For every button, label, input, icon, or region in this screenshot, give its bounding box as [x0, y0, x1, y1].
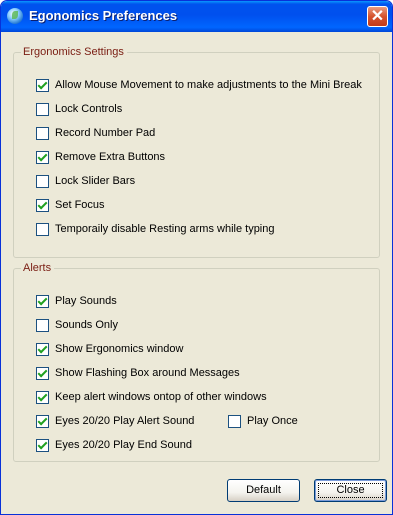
checkbox-label: Lock Slider Bars	[55, 175, 136, 187]
preferences-window: Egonomics Preferences ✕ Ergonomics Setti…	[0, 0, 393, 515]
checkbox-lock-controls[interactable]: Lock Controls	[36, 101, 122, 117]
checkbox-box[interactable]	[36, 342, 49, 356]
checkbox-box[interactable]	[36, 390, 49, 404]
checkbox-lock-slider-bars[interactable]: Lock Slider Bars	[36, 173, 135, 189]
checkbox-play-once[interactable]: Play Once	[228, 413, 298, 429]
checkbox-label: Remove Extra Buttons	[55, 151, 166, 163]
checkbox-box[interactable]	[36, 414, 49, 428]
checkbox-show-flashing-box[interactable]: Show Flashing Box around Messages	[36, 365, 240, 381]
checkbox-eyes-play-alert-sound[interactable]: Eyes 20/20 Play Alert Sound	[36, 413, 194, 429]
alerts-group: Alerts Play Sounds Sounds Only Show Ergo…	[13, 261, 380, 462]
checkbox-box[interactable]	[36, 126, 49, 140]
checkbox-remove-extra-buttons[interactable]: Remove Extra Buttons	[36, 149, 165, 165]
checkbox-label: Play Once	[247, 415, 298, 427]
checkbox-box[interactable]	[36, 294, 49, 308]
checkbox-label: Eyes 20/20 Play Alert Sound	[55, 415, 195, 427]
checkbox-label: Record Number Pad	[55, 127, 156, 139]
checkbox-record-number-pad[interactable]: Record Number Pad	[36, 125, 155, 141]
checkbox-box[interactable]	[36, 222, 49, 236]
window-title: Egonomics Preferences	[29, 8, 178, 23]
checkbox-label: Allow Mouse Movement to make adjustments…	[55, 79, 362, 91]
close-icon: ✕	[370, 8, 385, 25]
checkbox-eyes-play-end-sound[interactable]: Eyes 20/20 Play End Sound	[36, 437, 192, 453]
globe-icon	[7, 8, 23, 24]
checkbox-label: Show Flashing Box around Messages	[55, 367, 240, 379]
checkbox-box[interactable]	[36, 78, 49, 92]
checkbox-box[interactable]	[36, 366, 49, 380]
title-bar[interactable]: Egonomics Preferences ✕	[1, 1, 392, 32]
alerts-legend: Alerts	[21, 261, 55, 275]
checkbox-box[interactable]	[36, 318, 49, 332]
checkbox-label: Temporaily disable Resting arms while ty…	[55, 223, 275, 235]
checkbox-disable-resting-arms[interactable]: Temporaily disable Resting arms while ty…	[36, 221, 274, 237]
checkbox-box[interactable]	[36, 438, 49, 452]
checkbox-label: Keep alert windows ontop of other window…	[55, 391, 267, 403]
ergonomics-settings-legend: Ergonomics Settings	[21, 45, 127, 59]
checkbox-allow-mouse-movement[interactable]: Allow Mouse Movement to make adjustments…	[36, 77, 362, 93]
checkbox-box[interactable]	[36, 198, 49, 212]
checkbox-label: Sounds Only	[55, 319, 118, 331]
checkbox-box[interactable]	[36, 174, 49, 188]
checkbox-label: Show Ergonomics window	[55, 343, 184, 355]
checkbox-label: Play Sounds	[55, 295, 117, 307]
checkbox-keep-alert-windows-ontop[interactable]: Keep alert windows ontop of other window…	[36, 389, 267, 405]
default-button[interactable]: Default	[227, 479, 300, 502]
checkbox-show-ergonomics-window[interactable]: Show Ergonomics window	[36, 341, 183, 357]
close-window-button[interactable]: ✕	[367, 6, 388, 27]
checkbox-set-focus[interactable]: Set Focus	[36, 197, 105, 213]
checkbox-box[interactable]	[36, 102, 49, 116]
default-button-label: Default	[246, 484, 281, 496]
checkbox-label: Lock Controls	[55, 103, 123, 115]
close-button[interactable]: Close	[314, 479, 387, 502]
checkbox-sounds-only[interactable]: Sounds Only	[36, 317, 118, 333]
checkbox-box[interactable]	[228, 414, 241, 428]
checkbox-label: Set Focus	[55, 199, 105, 211]
checkbox-box[interactable]	[36, 150, 49, 164]
checkbox-label: Eyes 20/20 Play End Sound	[55, 439, 192, 451]
checkbox-play-sounds[interactable]: Play Sounds	[36, 293, 117, 309]
dialog-body: Ergonomics Settings Allow Mouse Movement…	[5, 32, 388, 510]
focus-rect	[318, 483, 383, 498]
ergonomics-settings-group: Ergonomics Settings Allow Mouse Movement…	[13, 45, 380, 258]
